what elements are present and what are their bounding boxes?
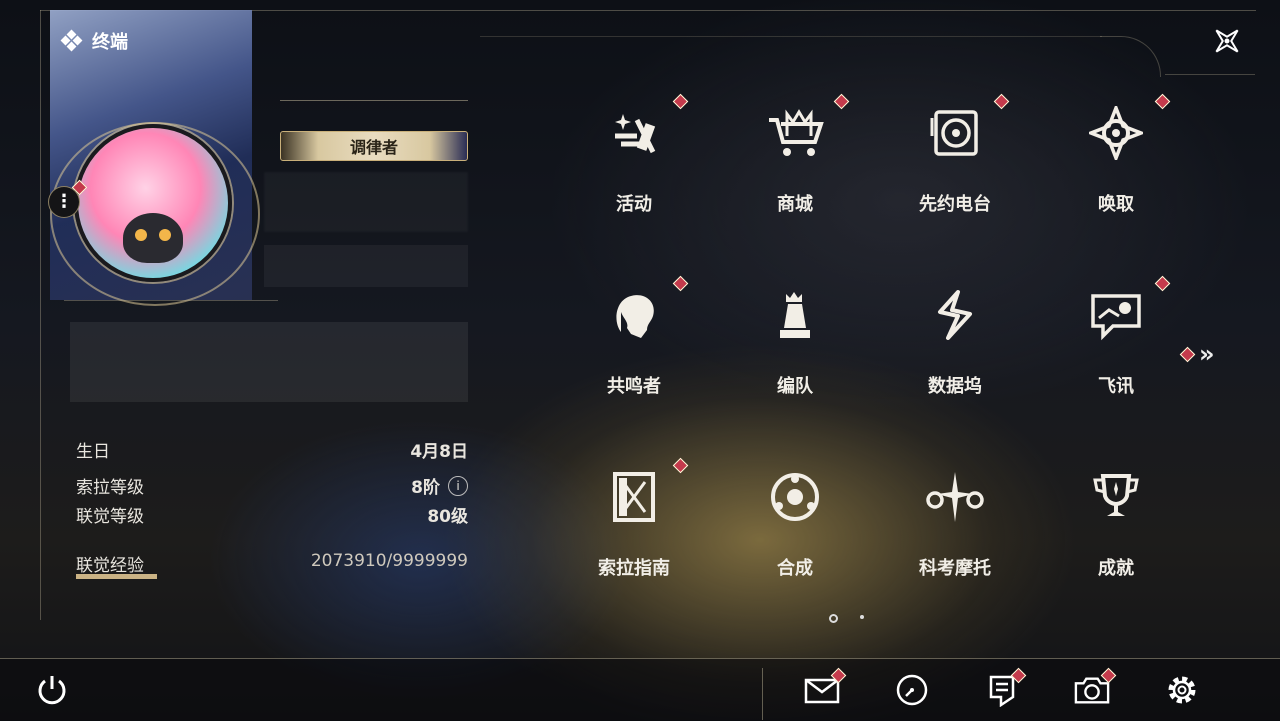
- menu-label: 唤取: [1098, 194, 1134, 215]
- frame-line-right: [1165, 74, 1255, 75]
- name-underline: [280, 100, 468, 101]
- menu-label: 编队: [777, 376, 813, 397]
- camera-button[interactable]: [1074, 667, 1117, 708]
- menu-label: 共鸣者: [607, 376, 661, 397]
- stat-value: 4月8日: [410, 442, 468, 462]
- page-indicator-1[interactable]: [829, 614, 838, 623]
- info-icon[interactable]: i: [448, 475, 468, 496]
- guide-icon: [613, 472, 655, 522]
- page-title: 终端: [92, 32, 128, 53]
- close-icon: [1215, 29, 1239, 53]
- menu-label: 活动: [616, 194, 652, 215]
- stat-label: 索拉等级: [76, 478, 144, 498]
- stat-union-exp: 联觉经验 2073910/9999999: [76, 551, 468, 576]
- power-button[interactable]: [34, 672, 70, 708]
- signature-redacted[interactable]: [70, 322, 468, 402]
- menu-item-team[interactable]: 编队: [735, 274, 855, 424]
- page-indicator-2[interactable]: [860, 615, 864, 619]
- badge-dot: [672, 457, 689, 474]
- menu-item-activity[interactable]: 活动: [574, 92, 694, 242]
- team-icon: [780, 292, 810, 338]
- menu-item-data-bank[interactable]: 数据坞: [895, 274, 1015, 424]
- frame-line-left: [40, 10, 41, 620]
- badge-dot: [1179, 346, 1196, 362]
- menu-item-synthesis[interactable]: 合成: [735, 456, 855, 606]
- menu-label: 商城: [777, 194, 813, 215]
- exp-label-underline: [76, 574, 157, 579]
- menu-label: 索拉指南: [598, 558, 670, 579]
- badge-dot: [1154, 275, 1171, 292]
- menu-item-achievements[interactable]: 成就: [1056, 456, 1176, 606]
- bottom-divider: [762, 668, 763, 720]
- mail-button[interactable]: [804, 667, 847, 708]
- stat-value: 2073910/9999999: [310, 551, 468, 571]
- next-page-button[interactable]: »: [1179, 340, 1215, 368]
- badge-dot: [1154, 93, 1171, 110]
- page-title-block: 终端: [60, 28, 128, 54]
- terminal-icon: [60, 29, 83, 52]
- power-icon: [38, 676, 66, 705]
- motorbike-icon: [926, 472, 984, 522]
- convene-icon: [1089, 106, 1143, 160]
- menu-item-resonators[interactable]: 共鸣者: [574, 274, 694, 424]
- stat-value: 80级: [427, 507, 468, 527]
- menu-label: 先约电台: [919, 194, 991, 215]
- data-bank-icon: [938, 290, 972, 340]
- more-options-button[interactable]: ⋮: [48, 186, 80, 218]
- avatar[interactable]: [74, 124, 232, 282]
- menu-label: 成就: [1098, 558, 1134, 579]
- menu-item-messages[interactable]: 飞讯: [1056, 274, 1176, 424]
- player-id-redacted: [264, 245, 468, 287]
- menu-label: 合成: [777, 558, 813, 579]
- frame-corner: [1100, 36, 1161, 77]
- double-chevron-right-icon: »: [1199, 340, 1215, 368]
- menu-item-convene[interactable]: 唤取: [1056, 92, 1176, 242]
- title-badge-label: 调律者: [349, 138, 398, 157]
- badge-dot: [672, 275, 689, 292]
- clock-icon: [896, 674, 928, 706]
- menu-label: 飞讯: [1098, 376, 1134, 397]
- stat-label: 联觉经验: [76, 556, 144, 576]
- close-button[interactable]: [1208, 22, 1246, 60]
- radio-icon: [930, 110, 978, 156]
- menu-label: 数据坞: [928, 376, 982, 397]
- player-name-redacted: [264, 172, 468, 232]
- stat-birthday: 生日 4月8日: [76, 437, 468, 462]
- stat-sola-level: 索拉等级 8阶 i: [76, 473, 468, 498]
- activity-icon: [615, 114, 656, 154]
- clock-button[interactable]: [894, 672, 930, 708]
- settings-button[interactable]: [1164, 672, 1200, 708]
- shop-cart-icon: [769, 109, 824, 156]
- menu-label: 科考摩托: [919, 558, 991, 579]
- synthesis-icon: [771, 473, 819, 521]
- stat-union-level: 联觉等级 80级: [76, 502, 468, 527]
- menu-item-sola-guide[interactable]: 索拉指南: [574, 456, 694, 606]
- stat-label: 生日: [76, 442, 110, 462]
- trophy-icon: [1093, 474, 1139, 516]
- notice-button[interactable]: [984, 667, 1027, 708]
- badge-dot: [993, 93, 1010, 110]
- badge-dot: [833, 93, 850, 110]
- title-badge[interactable]: 调律者: [280, 131, 468, 161]
- stat-label: 联觉等级: [76, 507, 144, 527]
- stat-value: 8阶: [411, 478, 440, 498]
- frame-line-inner: [480, 36, 1102, 37]
- badge-dot: [672, 93, 689, 110]
- message-icon: [1091, 294, 1141, 341]
- resonator-icon: [616, 295, 654, 338]
- card-divider: [64, 300, 278, 301]
- settings-icon: [1168, 676, 1196, 704]
- menu-item-shop[interactable]: 商城: [735, 92, 855, 242]
- menu-item-motorbike[interactable]: 科考摩托: [895, 456, 1015, 606]
- menu-item-radio[interactable]: 先约电台: [895, 92, 1015, 242]
- more-icon: ⋮: [55, 191, 73, 212]
